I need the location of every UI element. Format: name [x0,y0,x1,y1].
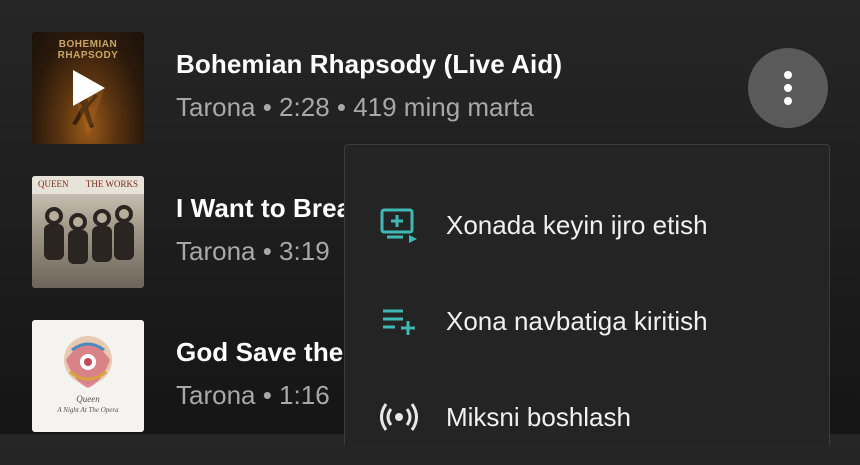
menu-item-label: Xona navbatiga kiritish [446,306,708,336]
track-title: Bohemian Rhapsody (Live Aid) [176,49,563,79]
more-options-button[interactable] [748,48,828,128]
album-cover-title: A Night At The Opera [57,406,119,414]
album-cover-a-night-at-the-opera[interactable]: Queen A Night At The Opera [32,320,144,432]
album-art-image [64,336,112,388]
track-meta: Tarona • 1:16 [176,380,330,410]
album-cover-the-works[interactable]: QUEEN THE WORKS [32,176,144,288]
menu-item-label: Xonada keyin ijro etish [446,210,708,240]
radio-icon [380,403,418,431]
album-cover-bohemian-rhapsody[interactable]: BOHEMIAN RHAPSODY [32,32,144,144]
album-cover-band: QUEEN [38,179,69,189]
play-icon[interactable] [69,68,109,108]
track-row-bohemian-rhapsody[interactable]: BOHEMIAN RHAPSODY Bohemian Rhapsody (Liv… [0,32,860,144]
track-meta: Tarona • 2:28 • 419 ming marta [176,92,534,122]
menu-item-play-next[interactable]: Xonada keyin ijro etish [345,177,829,273]
play-next-icon [380,208,417,243]
track-title: God Save the [176,337,344,367]
add-to-queue-icon [383,309,415,335]
album-cover-band: Queen [76,394,100,404]
context-menu: Xonada keyin ijro etish Xona navbatiga k… [344,144,830,445]
track-title: I Want to Brea [176,193,352,223]
album-cover-title: THE WORKS [85,179,138,189]
menu-item-start-mix[interactable]: Miksni boshlash [345,369,829,465]
track-meta: Tarona • 3:19 [176,236,330,266]
menu-item-add-to-queue[interactable]: Xona navbatiga kiritish [345,273,829,369]
more-vert-icon [784,71,792,105]
album-cover-title: BOHEMIAN RHAPSODY [57,39,119,61]
album-art-image [32,176,144,264]
menu-item-label: Miksni boshlash [446,402,631,432]
